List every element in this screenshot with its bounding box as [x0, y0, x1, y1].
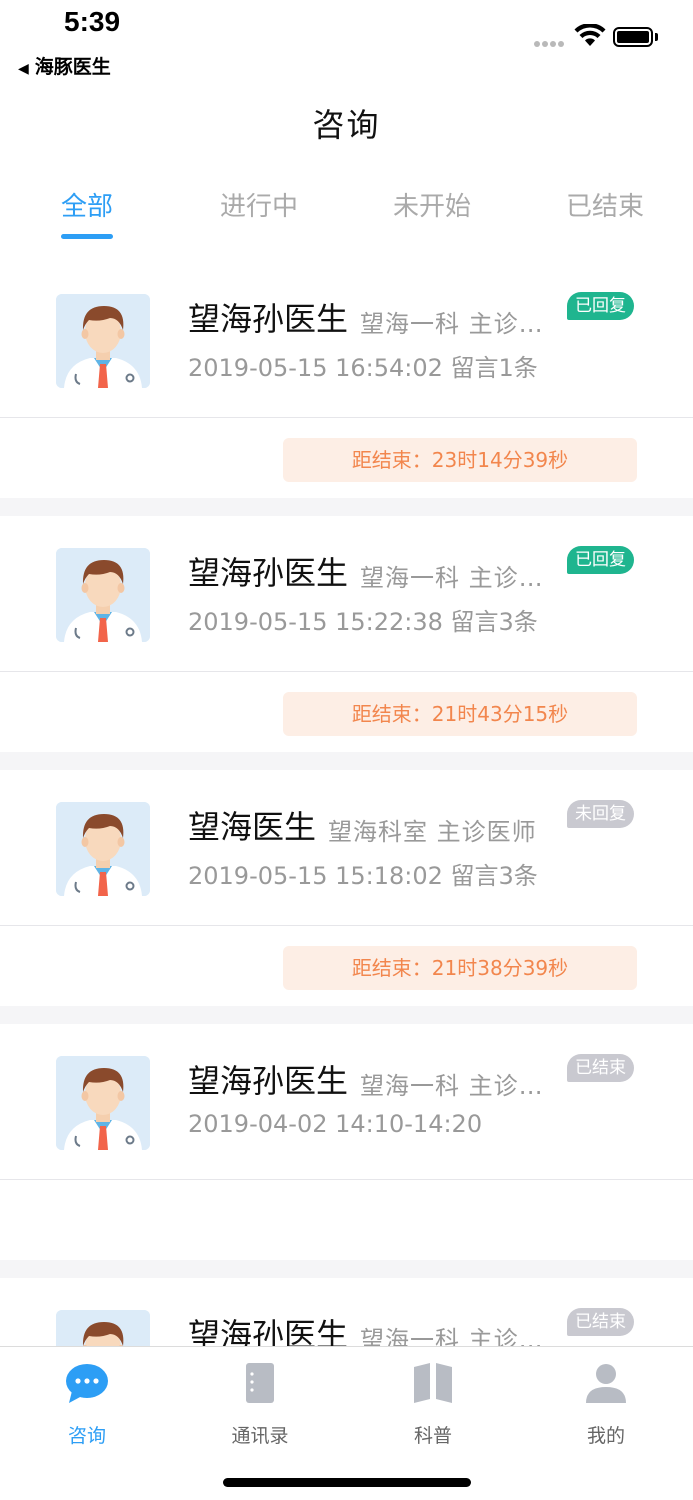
- doctor-avatar: [56, 294, 150, 388]
- doctor-department: 望海一科 主诊…: [360, 564, 544, 592]
- consultation-meta: 2019-05-15 15:22:38 留言3条: [188, 608, 538, 636]
- countdown-timer: 距结束：23时14分39秒: [283, 438, 637, 482]
- tabbar-item-consult[interactable]: 咨询: [37, 1361, 137, 1448]
- status-badge: 已回复: [567, 292, 634, 320]
- open-book-icon: [414, 1363, 452, 1403]
- consultation-card[interactable]: 望海孙医生 望海一科 主诊… 2019-04-02 14:10-14:20 已结…: [0, 1024, 693, 1260]
- doctor-name: 望海孙医生: [188, 1062, 349, 1100]
- tabbar-label: 咨询: [67, 1425, 106, 1447]
- tab-ended[interactable]: 已结束: [545, 186, 665, 223]
- doctor-name: 望海孙医生: [188, 1316, 349, 1346]
- tabbar-label: 通讯录: [231, 1425, 289, 1447]
- tab-in-progress[interactable]: 进行中: [199, 186, 319, 223]
- consultation-card[interactable]: 望海孙医生 望海一科 主诊… 2019-05-15 15:22:38 留言3条 …: [0, 516, 693, 752]
- countdown-timer: 距结束：21时38分39秒: [283, 946, 637, 990]
- doctor-department: 望海一科 主诊…: [360, 1326, 544, 1346]
- doctor-department: 望海一科 主诊…: [360, 310, 544, 338]
- consultation-card[interactable]: 望海孙医生 望海一科 主诊… 2019-05-15 16:54:02 留言1条 …: [0, 262, 693, 498]
- back-triangle-icon: ◀: [18, 61, 29, 77]
- status-bar: 5:39 ◀ 海豚医生: [0, 0, 693, 80]
- doctor-avatar: [56, 1310, 150, 1346]
- signal-icon: [534, 41, 568, 47]
- tabbar-item-science[interactable]: 科普: [383, 1361, 483, 1448]
- status-badge: 已结束: [567, 1308, 634, 1336]
- tab-all[interactable]: 全部: [27, 186, 147, 223]
- person-icon: [586, 1364, 626, 1403]
- doctor-avatar: [56, 1056, 150, 1150]
- status-time: 5:39: [64, 6, 121, 37]
- home-indicator[interactable]: [223, 1478, 471, 1487]
- doctor-department: 望海科室 主诊医师: [328, 818, 537, 846]
- page-title: 咨询: [312, 106, 381, 144]
- doctor-department: 望海一科 主诊…: [360, 1072, 544, 1100]
- consultation-card[interactable]: 望海医生 望海科室 主诊医师 2019-05-15 15:18:02 留言3条 …: [0, 770, 693, 1006]
- consultation-list[interactable]: 望海孙医生 望海一科 主诊… 2019-05-15 16:54:02 留言1条 …: [0, 262, 693, 1346]
- tabbar-item-contacts[interactable]: 通讯录: [210, 1361, 310, 1448]
- doctor-avatar: [56, 802, 150, 896]
- tabbar-item-me[interactable]: 我的: [556, 1361, 656, 1448]
- active-tab-indicator: [61, 234, 113, 239]
- wifi-icon: [574, 24, 606, 46]
- chat-bubble-icon: [66, 1364, 108, 1403]
- tabbar-label: 科普: [413, 1425, 452, 1447]
- back-to-app-link[interactable]: ◀ 海豚医生: [18, 52, 111, 79]
- status-badge: 已回复: [567, 546, 634, 574]
- battery-icon: [613, 27, 653, 47]
- status-badge: 已结束: [567, 1054, 634, 1082]
- filter-tabs: 全部 进行中 未开始 已结束: [0, 180, 693, 250]
- tabbar-label: 我的: [586, 1425, 625, 1447]
- consultation-meta: 2019-05-15 15:18:02 留言3条: [188, 862, 538, 890]
- doctor-avatar: [56, 548, 150, 642]
- tab-not-started[interactable]: 未开始: [372, 186, 492, 223]
- consultation-card[interactable]: 望海孙医生 望海一科 主诊… 已结束: [0, 1278, 693, 1346]
- doctor-name: 望海医生: [188, 808, 317, 846]
- status-badge: 未回复: [567, 800, 634, 828]
- back-app-label: 海豚医生: [34, 56, 111, 78]
- bottom-tab-bar: 咨询 通讯录 科普 我的: [0, 1346, 693, 1500]
- consultation-meta: 2019-05-15 16:54:02 留言1条: [188, 354, 538, 382]
- contacts-book-icon: [246, 1363, 274, 1403]
- doctor-name: 望海孙医生: [188, 554, 349, 592]
- doctor-name: 望海孙医生: [188, 300, 349, 338]
- consultation-meta: 2019-04-02 14:10-14:20: [188, 1110, 483, 1138]
- countdown-timer: 距结束：21时43分15秒: [283, 692, 637, 736]
